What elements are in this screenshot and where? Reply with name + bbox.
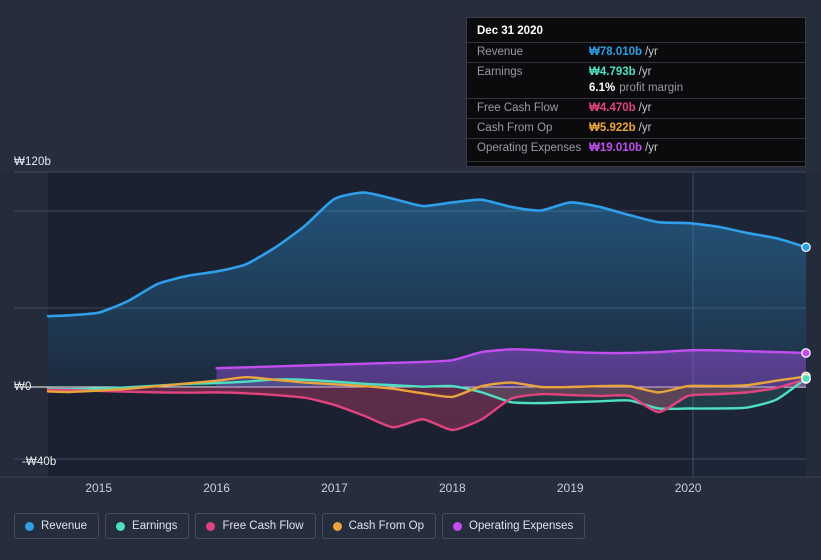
legend-item-earnings[interactable]: Earnings [105, 513, 189, 539]
tooltip-value-cash-from-op: ₩5.922b [589, 122, 636, 134]
tooltip-row-free-cash-flow: Free Cash Flow ₩4.470b /yr [467, 98, 805, 118]
y-axis-tick-1: ₩0 [14, 381, 31, 393]
legend-item-cash-from-op[interactable]: Cash From Op [322, 513, 436, 539]
tooltip-value-operating-expenses: ₩19.010b [589, 142, 642, 154]
tooltip-unit-cash-from-op: /yr [639, 122, 652, 134]
legend-color-dot-icon [206, 522, 215, 531]
chart-tooltip: Dec 31 2020 Revenue ₩78.010b /yr Earning… [466, 17, 806, 167]
legend-label: Earnings [132, 520, 177, 532]
tooltip-value-free-cash-flow: ₩4.470b [589, 102, 636, 114]
x-axis-tick-2020: 2020 [675, 481, 702, 495]
tooltip-row-revenue: Revenue ₩78.010b /yr [467, 42, 805, 62]
chart-legend: Revenue Earnings Free Cash Flow Cash From O… [14, 513, 585, 539]
x-axis-tick-2015: 2015 [85, 481, 112, 495]
tooltip-label-operating-expenses: Operating Expenses [477, 142, 589, 154]
tooltip-value-earnings: ₩4.793b [589, 66, 636, 78]
tooltip-row-operating-expenses: Operating Expenses ₩19.010b /yr [467, 138, 805, 158]
tooltip-text-profit-margin: profit margin [619, 82, 683, 94]
legend-label: Cash From Op [349, 520, 424, 532]
tooltip-label-cash-from-op: Cash From Op [477, 122, 589, 134]
x-axis-tick-2019: 2019 [557, 481, 584, 495]
tooltip-value-revenue: ₩78.010b [589, 46, 642, 58]
tooltip-row-profit-margin: 6.1% profit margin [467, 82, 805, 98]
x-axis-tick-2016: 2016 [203, 481, 230, 495]
tooltip-value-profit-margin: 6.1% [589, 82, 615, 94]
y-axis-tick-2: -₩40b [22, 456, 56, 468]
tooltip-row-earnings: Earnings ₩4.793b /yr [467, 62, 805, 82]
x-axis-tick-2017: 2017 [321, 481, 348, 495]
legend-item-free-cash-flow[interactable]: Free Cash Flow [195, 513, 315, 539]
tooltip-label-earnings: Earnings [477, 66, 589, 78]
legend-label: Revenue [41, 520, 87, 532]
y-axis-tick-0: ₩120b [14, 156, 51, 168]
tooltip-unit-free-cash-flow: /yr [639, 102, 652, 114]
tooltip-unit-revenue: /yr [645, 46, 658, 58]
tooltip-label-free-cash-flow: Free Cash Flow [477, 102, 589, 114]
x-axis-tick-2018: 2018 [439, 481, 466, 495]
legend-item-operating-expenses[interactable]: Operating Expenses [442, 513, 585, 539]
tooltip-label-revenue: Revenue [477, 46, 589, 58]
tooltip-unit-earnings: /yr [639, 66, 652, 78]
tooltip-date: Dec 31 2020 [467, 24, 805, 42]
tooltip-row-cash-from-op: Cash From Op ₩5.922b /yr [467, 118, 805, 138]
legend-item-revenue[interactable]: Revenue [14, 513, 99, 539]
legend-color-dot-icon [453, 522, 462, 531]
legend-color-dot-icon [333, 522, 342, 531]
legend-color-dot-icon [25, 522, 34, 531]
tooltip-unit-operating-expenses: /yr [645, 142, 658, 154]
legend-label: Free Cash Flow [222, 520, 303, 532]
legend-label: Operating Expenses [469, 520, 573, 532]
financial-chart-page: ₩120b ₩0 -₩40b 2015 2016 2017 2018 2019 2020 De… [0, 0, 821, 560]
tooltip-bottom-divider [467, 161, 805, 162]
legend-color-dot-icon [116, 522, 125, 531]
